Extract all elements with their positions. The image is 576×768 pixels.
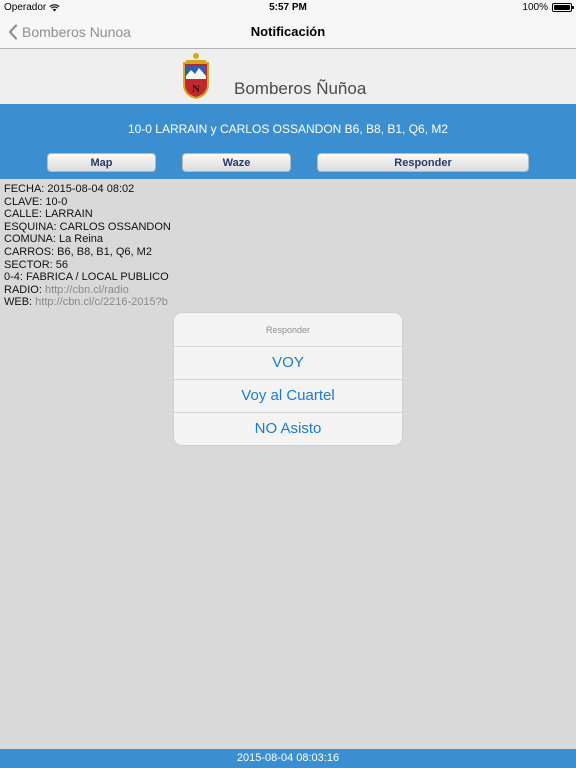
detail-radio: RADIO: http://cbn.cl/radio xyxy=(4,284,171,297)
detail-sector: SECTOR: 56 xyxy=(4,258,68,271)
status-bar: Operador 5:57 PM 100% xyxy=(0,0,576,15)
responder-action-sheet: Responder VOY Voy al Cuartel NO Asisto xyxy=(174,313,402,445)
svg-text:N: N xyxy=(192,83,200,95)
option-voy-al-cuartel[interactable]: Voy al Cuartel xyxy=(174,380,402,413)
brand-name: Bomberos Ñuñoa xyxy=(234,79,367,98)
detail-web: WEB: http://cbn.cl/c/2216-2015?b xyxy=(4,296,171,309)
detail-calle: CALLE: LARRAIN xyxy=(4,208,93,221)
waze-button[interactable]: Waze xyxy=(182,153,291,172)
detail-clave: CLAVE: 10-0 xyxy=(4,195,68,208)
battery-percent: 100% xyxy=(522,2,548,13)
map-button[interactable]: Map xyxy=(47,153,156,172)
footer-timestamp: 2015-08-04 08:03:16 xyxy=(0,749,576,768)
detail-esquina: ESQUINA: CARLOS OSSANDON xyxy=(4,220,171,233)
battery-icon xyxy=(552,3,574,12)
chevron-left-icon xyxy=(8,24,18,40)
battery-fill xyxy=(554,5,570,10)
action-sheet-title: Responder xyxy=(174,313,402,347)
option-voy[interactable]: VOY xyxy=(174,347,402,380)
detail-comuna: COMUNA: La Reina xyxy=(4,233,104,246)
detail-tipo: 0-4: FABRICA / LOCAL PUBLICO xyxy=(4,271,169,284)
fire-department-crest-logo: N xyxy=(183,53,209,99)
web-label: WEB: xyxy=(4,296,36,309)
radio-label: RADIO: xyxy=(4,283,45,296)
alert-details: FECHA: 2015-08-04 08:02 CLAVE: 10-0 CALL… xyxy=(4,183,171,309)
status-time: 5:57 PM xyxy=(269,2,307,13)
web-link[interactable]: http://cbn.cl/c/2216-2015?b xyxy=(35,296,168,308)
header-banner: N Bomberos Ñuñoa xyxy=(0,49,576,104)
alert-banner: 10-0 LARRAIN y CARLOS OSSANDON B6, B8, B… xyxy=(0,104,576,179)
radio-link[interactable]: http://cbn.cl/radio xyxy=(45,284,129,296)
responder-button[interactable]: Responder xyxy=(317,153,529,172)
back-button-label: Bomberos Nunoa xyxy=(22,24,131,40)
back-button[interactable]: Bomberos Nunoa xyxy=(8,15,131,49)
alert-title: 10-0 LARRAIN y CARLOS OSSANDON B6, B8, B… xyxy=(127,122,449,136)
navigation-bar: Bomberos Nunoa Notificación xyxy=(0,15,576,49)
option-no-asisto[interactable]: NO Asisto xyxy=(174,413,402,445)
detail-fecha: FECHA: 2015-08-04 08:02 xyxy=(4,183,135,195)
detail-carros: CARROS: B6, B8, B1, Q6, M2 xyxy=(4,245,152,258)
status-right: 100% xyxy=(522,2,574,13)
